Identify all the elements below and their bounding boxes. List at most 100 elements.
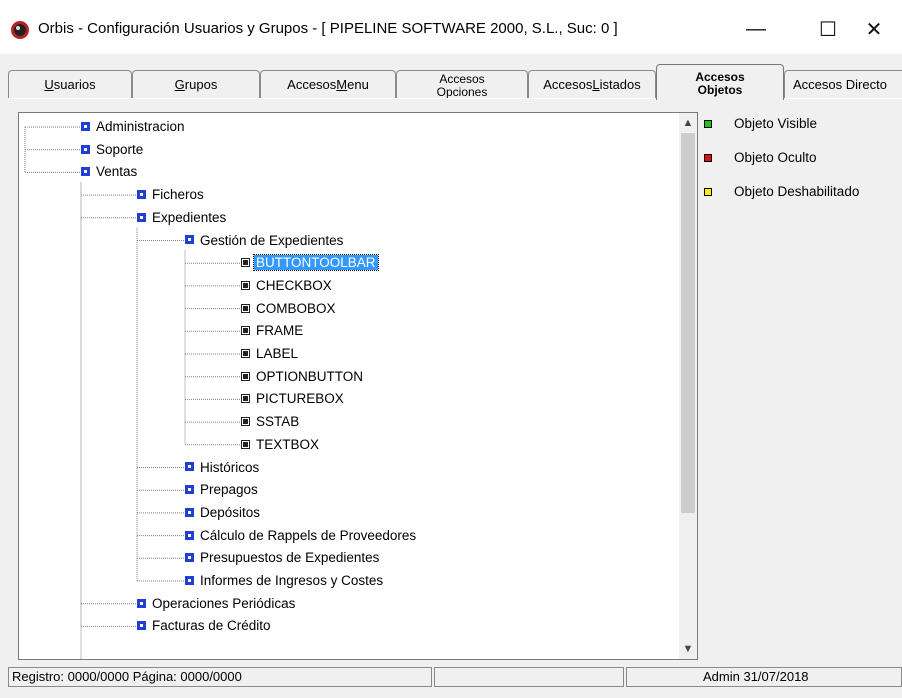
- green-square-icon: [704, 120, 712, 128]
- tree-node[interactable]: SSTAB: [241, 412, 301, 432]
- tree-node-label[interactable]: SSTAB: [254, 414, 301, 429]
- minimize-button[interactable]: —: [738, 14, 774, 44]
- blue-node-icon: [185, 462, 194, 472]
- tab-strip: Usuarios Grupos Accesos Menu Accesos Opc…: [8, 64, 902, 100]
- tree-node[interactable]: Depósitos: [185, 503, 262, 523]
- tree-node-label[interactable]: CHECKBOX: [254, 278, 334, 293]
- tab-label-accel: U: [44, 77, 54, 92]
- tree-node[interactable]: Informes de Ingresos y Costes: [185, 571, 385, 591]
- tree-node[interactable]: Operaciones Periódicas: [137, 594, 297, 614]
- blue-node-icon: [185, 235, 194, 245]
- tree-node-label[interactable]: LABEL: [254, 346, 300, 361]
- maximize-button[interactable]: ☐: [810, 14, 846, 44]
- tree-node[interactable]: Históricos: [185, 458, 261, 478]
- object-node-icon: [241, 371, 250, 381]
- tree-node-label[interactable]: Prepagos: [198, 482, 260, 497]
- tree-node[interactable]: Cálculo de Rappels de Proveedores: [185, 526, 418, 546]
- tree-node[interactable]: TEXTBOX: [241, 435, 321, 455]
- object-node-icon: [241, 417, 250, 427]
- objects-tree-view[interactable]: Administracion Soporte Ventas Ficheros Exped…: [18, 112, 698, 660]
- tree-node[interactable]: COMBOBOX: [241, 299, 338, 319]
- tab-label-line1: Accesos: [695, 69, 745, 84]
- legend-item-hidden: Objeto Oculto: [704, 148, 900, 182]
- tree-node-label[interactable]: Facturas de Crédito: [150, 618, 273, 633]
- tab-accesos-listados[interactable]: Accesos Listados: [528, 70, 656, 98]
- tab-label-line2: Objetos: [697, 82, 743, 97]
- tree-node[interactable]: CHECKBOX: [241, 276, 334, 296]
- tree-node-label[interactable]: Soporte: [94, 142, 145, 157]
- tree-node-label[interactable]: Presupuestos de Expedientes: [198, 550, 381, 565]
- tab-label-line1: Accesos: [439, 71, 485, 86]
- title-bar: Orbis - Configuración Usuarios y Grupos …: [0, 0, 902, 54]
- status-empty-cell: [434, 667, 624, 687]
- blue-node-icon: [185, 553, 194, 563]
- tree-node[interactable]: Gestión de Expedientes: [185, 231, 345, 251]
- tree-node[interactable]: LABEL: [241, 344, 300, 364]
- tree-node-label[interactable]: Históricos: [198, 460, 261, 475]
- tab-label-post: enu: [347, 77, 369, 92]
- tree-node-label[interactable]: Administracion: [94, 119, 187, 134]
- tree-node-label[interactable]: BUTTONTOOLBAR: [253, 254, 379, 272]
- tree-node-label[interactable]: Ventas: [94, 164, 139, 179]
- tree-node-label[interactable]: Expedientes: [150, 210, 228, 225]
- tab-accesos-opciones[interactable]: Accesos Opciones: [396, 70, 528, 98]
- tree-node-label[interactable]: Ficheros: [150, 187, 206, 202]
- tree-node-label[interactable]: COMBOBOX: [254, 301, 338, 316]
- tab-accesos-directo[interactable]: Accesos Directo: [784, 70, 902, 98]
- tree-node[interactable]: Ventas: [81, 162, 139, 182]
- scrollbar-thumb[interactable]: [681, 133, 695, 513]
- tree-node-label[interactable]: FRAME: [254, 323, 305, 338]
- tab-label-line2: Opciones: [436, 84, 488, 98]
- tree-node-label[interactable]: TEXTBOX: [254, 437, 321, 452]
- tab-usuarios[interactable]: Usuarios: [8, 70, 132, 98]
- tree-node[interactable]: PICTUREBOX: [241, 389, 346, 409]
- status-bar: Registro: 0000/0000 Página: 0000/0000 Ad…: [8, 667, 902, 689]
- tree-node-label[interactable]: Informes de Ingresos y Costes: [198, 573, 385, 588]
- tab-label-pre: Accesos: [543, 77, 593, 92]
- tree-node-label[interactable]: Cálculo de Rappels de Proveedores: [198, 528, 418, 543]
- legend-label: Objeto Visible: [734, 116, 818, 131]
- tree-node-label[interactable]: Depósitos: [198, 505, 262, 520]
- scroll-up-arrow-icon[interactable]: ▲: [679, 113, 697, 133]
- object-node-icon: [241, 394, 250, 404]
- blue-node-icon: [185, 575, 194, 585]
- blue-node-icon: [137, 190, 146, 200]
- tab-accesos-objetos[interactable]: Accesos Objetos: [656, 64, 784, 100]
- status-user-date: Admin 31/07/2018: [626, 667, 902, 687]
- tree-node[interactable]: Soporte: [81, 140, 145, 160]
- tree-node-label[interactable]: OPTIONBUTTON: [254, 369, 365, 384]
- tree-node[interactable]: Presupuestos de Expedientes: [185, 548, 381, 568]
- blue-node-icon: [81, 144, 90, 154]
- blue-node-icon: [137, 212, 146, 222]
- close-button[interactable]: ✕: [856, 14, 892, 44]
- tree-node[interactable]: FRAME: [241, 321, 305, 341]
- tree-node-label[interactable]: Operaciones Periódicas: [150, 596, 297, 611]
- tree-node[interactable]: Facturas de Crédito: [137, 616, 273, 636]
- tree-node[interactable]: OPTIONBUTTON: [241, 367, 365, 387]
- window-title: Orbis - Configuración Usuarios y Grupos …: [38, 20, 618, 37]
- legend-label: Objeto Oculto: [734, 150, 817, 165]
- tree-node-label[interactable]: PICTUREBOX: [254, 391, 346, 406]
- blue-node-icon: [81, 121, 90, 131]
- scroll-down-arrow-icon[interactable]: ▼: [679, 639, 697, 659]
- orbis-app-icon: [11, 21, 29, 39]
- blue-node-icon: [137, 621, 146, 631]
- tree-node-label[interactable]: Gestión de Expedientes: [198, 233, 345, 248]
- blue-node-icon: [185, 530, 194, 540]
- tree-node[interactable]: Prepagos: [185, 480, 260, 500]
- legend-label: Objeto Deshabilitado: [734, 184, 860, 199]
- legend-item-visible: Objeto Visible: [704, 114, 900, 148]
- tree-node[interactable]: BUTTONTOOLBAR: [241, 253, 379, 273]
- tab-label-post: istados: [599, 77, 641, 92]
- tab-accesos-menu[interactable]: Accesos Menu: [260, 70, 396, 98]
- tree-node[interactable]: Expedientes: [137, 208, 228, 228]
- object-node-icon: [241, 348, 250, 358]
- tab-label-accel: L: [592, 77, 600, 92]
- tree-node[interactable]: Ficheros: [137, 185, 206, 205]
- vertical-scrollbar[interactable]: ▲ ▼: [679, 113, 697, 659]
- blue-node-icon: [81, 167, 90, 177]
- blue-node-icon: [185, 485, 194, 495]
- tab-grupos[interactable]: Grupos: [132, 70, 260, 98]
- tree-node[interactable]: Administracion: [81, 117, 187, 137]
- legend: Objeto Visible Objeto Oculto Objeto Desh…: [704, 114, 900, 216]
